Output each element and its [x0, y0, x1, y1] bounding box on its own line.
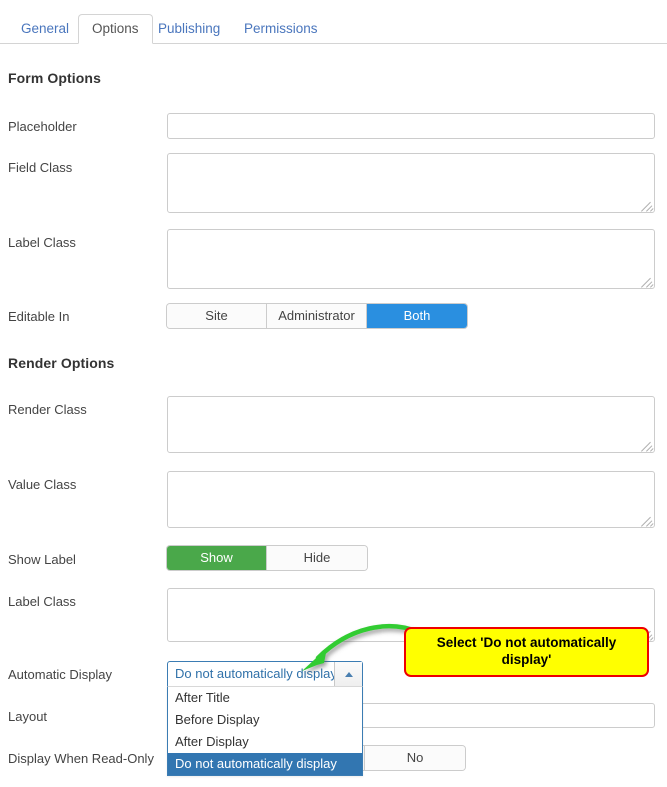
automatic-display-label: Automatic Display [8, 667, 113, 682]
automatic-display-selected-value: Do not automatically display [175, 666, 335, 681]
display-when-read-only-option-no[interactable]: No [365, 746, 465, 770]
annotation-text: Select 'Do not automatically display' [436, 635, 617, 667]
show-label-button-group: Show Hide [167, 546, 367, 570]
show-label-option-hide[interactable]: Hide [267, 546, 367, 570]
editable-in-option-both[interactable]: Both [367, 304, 467, 328]
automatic-display-options-list: After Title Before Display After Display… [167, 686, 363, 776]
editable-in-label: Editable In [8, 309, 70, 324]
render-class-textarea[interactable] [167, 396, 655, 453]
tab-options[interactable]: Options [78, 14, 153, 44]
show-label-label: Show Label [8, 552, 76, 567]
display-when-read-only-label: Display When Read-Only [8, 751, 154, 766]
caret-up-shape [344, 671, 353, 677]
show-label-option-show[interactable]: Show [167, 546, 267, 570]
label-class-label-form: Label Class [8, 235, 76, 250]
editable-in-option-administrator[interactable]: Administrator [267, 304, 367, 328]
label-class-label-render: Label Class [8, 594, 76, 609]
form-options-heading: Form Options [8, 70, 101, 86]
field-class-label: Field Class [8, 160, 73, 175]
layout-label: Layout [8, 709, 48, 724]
editable-in-option-site[interactable]: Site [167, 304, 267, 328]
option-do-not-automatically-display[interactable]: Do not automatically display [168, 753, 362, 775]
render-class-label: Render Class [8, 402, 87, 417]
option-after-title[interactable]: After Title [168, 687, 362, 709]
tab-publishing[interactable]: Publishing [145, 14, 233, 43]
value-class-textarea[interactable] [167, 471, 655, 528]
automatic-display-select-control[interactable]: Do not automatically display [167, 661, 363, 686]
automatic-display-select[interactable]: Do not automatically display After Title… [167, 661, 363, 776]
value-class-label: Value Class [8, 477, 77, 492]
option-before-display[interactable]: Before Display [168, 709, 362, 731]
tab-general[interactable]: General [8, 14, 82, 43]
tab-bar: General Options Publishing Permissions [0, 14, 667, 44]
placeholder-input[interactable] [167, 113, 655, 139]
field-class-textarea[interactable] [167, 153, 655, 213]
option-after-display[interactable]: After Display [168, 731, 362, 753]
label-class-textarea-form[interactable] [167, 229, 655, 289]
chevron-up-icon[interactable] [334, 662, 362, 686]
annotation-callout: Select 'Do not automatically display' [404, 627, 649, 677]
render-options-heading: Render Options [8, 355, 115, 371]
editable-in-button-group: Site Administrator Both [167, 304, 467, 328]
tab-permissions[interactable]: Permissions [231, 14, 331, 43]
placeholder-label: Placeholder [8, 119, 77, 134]
